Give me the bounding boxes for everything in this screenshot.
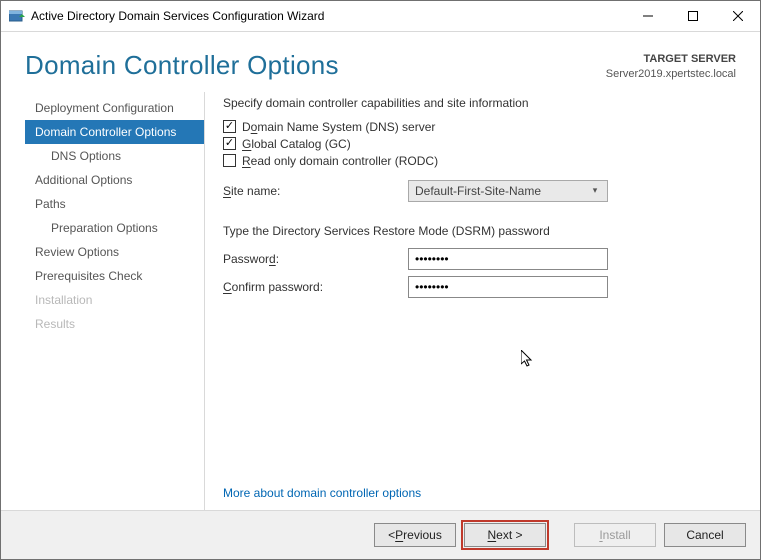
dsrm-heading: Type the Directory Services Restore Mode…: [223, 224, 736, 238]
cursor-icon: [521, 350, 537, 370]
password-row: Password:: [223, 248, 736, 270]
rodc-checkbox-row[interactable]: Read only domain controller (RODC): [223, 154, 736, 168]
close-button[interactable]: [715, 1, 760, 31]
previous-button[interactable]: < Previous: [374, 523, 456, 547]
confirm-password-label: Confirm password:: [223, 280, 408, 294]
minimize-button[interactable]: [625, 1, 670, 31]
rodc-checkbox-label: Read only domain controller (RODC): [242, 154, 438, 168]
titlebar: Active Directory Domain Services Configu…: [1, 1, 760, 32]
site-name-value: Default-First-Site-Name: [415, 184, 587, 198]
wizard-footer: < Previous Next > Install Cancel: [1, 510, 760, 559]
more-about-link[interactable]: More about domain controller options: [223, 486, 421, 500]
nav-step-0[interactable]: Deployment Configuration: [25, 96, 204, 120]
page-title: Domain Controller Options: [25, 50, 606, 81]
confirm-password-row: Confirm password:: [223, 276, 736, 298]
wizard-body: Deployment ConfigurationDomain Controlle…: [1, 92, 760, 510]
rodc-checkbox[interactable]: [223, 154, 236, 167]
app-icon: [9, 8, 25, 24]
gc-checkbox-row[interactable]: Global Catalog (GC): [223, 137, 736, 151]
step-nav: Deployment ConfigurationDomain Controlle…: [25, 92, 205, 510]
site-name-dropdown[interactable]: Default-First-Site-Name ▾: [408, 180, 608, 202]
password-input[interactable]: [408, 248, 608, 270]
content-pane: Specify domain controller capabilities a…: [205, 92, 736, 510]
nav-step-9: Results: [25, 312, 204, 336]
chevron-down-icon: ▾: [587, 185, 603, 196]
nav-step-7[interactable]: Prerequisites Check: [25, 264, 204, 288]
next-button[interactable]: Next >: [464, 523, 546, 547]
window-title: Active Directory Domain Services Configu…: [31, 9, 625, 23]
confirm-password-input[interactable]: [408, 276, 608, 298]
nav-step-1[interactable]: Domain Controller Options: [25, 120, 204, 144]
window-buttons: [625, 1, 760, 31]
dns-checkbox-row[interactable]: Domain Name System (DNS) server: [223, 120, 736, 134]
site-name-label: Site name:: [223, 184, 408, 198]
capabilities-heading: Specify domain controller capabilities a…: [223, 96, 736, 110]
nav-step-4[interactable]: Paths: [25, 192, 204, 216]
cancel-button[interactable]: Cancel: [664, 523, 746, 547]
nav-step-8: Installation: [25, 288, 204, 312]
nav-step-3[interactable]: Additional Options: [25, 168, 204, 192]
gc-checkbox-label: Global Catalog (GC): [242, 137, 351, 151]
nav-step-2[interactable]: DNS Options: [25, 144, 204, 168]
gc-checkbox[interactable]: [223, 137, 236, 150]
target-server-block: TARGET SERVER Server2019.xpertstec.local: [606, 50, 736, 82]
site-name-row: Site name: Default-First-Site-Name ▾: [223, 180, 736, 202]
install-button: Install: [574, 523, 656, 547]
dns-checkbox[interactable]: [223, 120, 236, 133]
nav-step-5[interactable]: Preparation Options: [25, 216, 204, 240]
maximize-button[interactable]: [670, 1, 715, 31]
target-server-label: TARGET SERVER: [606, 52, 736, 67]
dns-checkbox-label: Domain Name System (DNS) server: [242, 120, 435, 134]
wizard-header: Domain Controller Options TARGET SERVER …: [1, 32, 760, 92]
target-server-value: Server2019.xpertstec.local: [606, 67, 736, 82]
nav-step-6[interactable]: Review Options: [25, 240, 204, 264]
wizard-window: Active Directory Domain Services Configu…: [0, 0, 761, 560]
password-label: Password:: [223, 252, 408, 266]
